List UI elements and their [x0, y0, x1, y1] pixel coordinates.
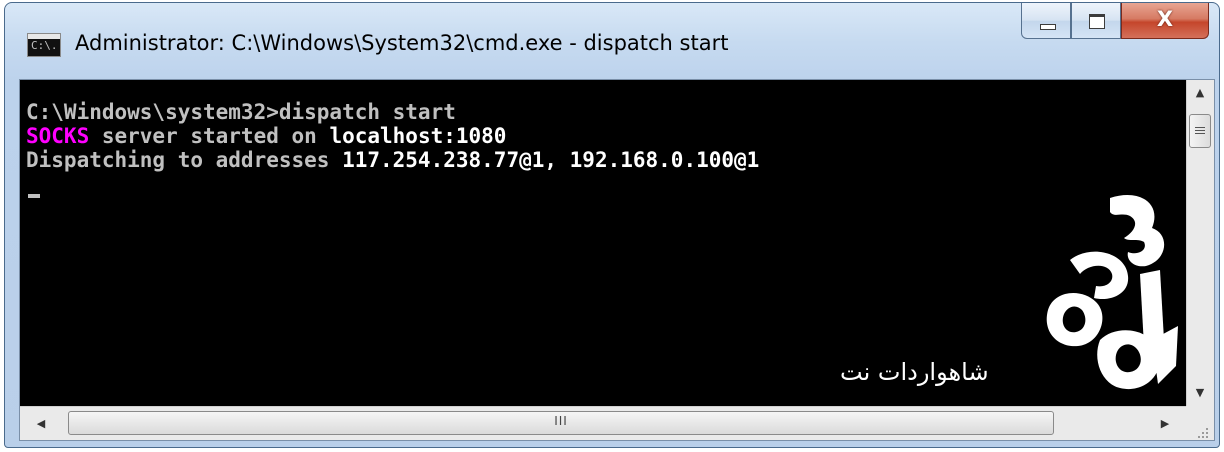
scroll-up-arrow-icon[interactable]: ▲ [1187, 80, 1213, 106]
watermark-logo-icon [1046, 194, 1178, 390]
app-icon-label: C:\. [31, 39, 58, 52]
close-icon: X [1156, 7, 1174, 31]
vertical-scroll-thumb[interactable] [1189, 114, 1211, 148]
window-title: Administrator: C:\Windows\System32\cmd.e… [75, 31, 729, 55]
dispatching-text: Dispatching to addresses [26, 148, 343, 172]
maximize-icon [1089, 14, 1105, 29]
scroll-thumb-grip: III [554, 414, 568, 428]
server-started-text: server started on [89, 124, 330, 148]
title-bar[interactable]: C:\. Administrator: C:\Windows\System32\… [5, 3, 1219, 79]
close-button[interactable]: X [1121, 3, 1209, 39]
scroll-left-arrow-icon[interactable]: ◀ [28, 411, 54, 437]
cmd-app-icon[interactable]: C:\. [27, 33, 61, 57]
cmd-window: C:\. Administrator: C:\Windows\System32\… [4, 2, 1220, 448]
console-line-1: C:\Windows\system32>dispatch start [26, 100, 456, 124]
maximize-button[interactable] [1071, 3, 1121, 39]
horizontal-scroll-thumb[interactable]: III [68, 411, 1054, 435]
watermark-text: شاهواردات نت [840, 358, 989, 386]
console-output[interactable]: C:\Windows\system32>dispatch start SOCKS… [20, 80, 1186, 406]
minimize-icon [1040, 24, 1056, 30]
caption-buttons: X [1021, 3, 1209, 43]
vertical-scrollbar[interactable]: ▲ ▼ [1186, 80, 1214, 406]
minimize-button[interactable] [1021, 3, 1071, 39]
dispatch-addresses: 117.254.238.77@1, 192.168.0.100@1 [342, 148, 760, 172]
resize-grip-icon[interactable] [1186, 406, 1214, 440]
text-cursor [28, 194, 40, 198]
socks-keyword: SOCKS [26, 124, 90, 148]
scroll-right-arrow-icon[interactable]: ▶ [1152, 411, 1178, 437]
console-line-2: SOCKS server started on localhost:1080 [26, 124, 506, 148]
localhost-address: localhost:1080 [329, 124, 507, 148]
command-prompt-text: C:\Windows\system32>dispatch start [26, 100, 456, 124]
console-frame: C:\Windows\system32>dispatch start SOCKS… [19, 79, 1215, 441]
console-line-3: Dispatching to addresses 117.254.238.77@… [26, 148, 759, 172]
horizontal-scrollbar[interactable]: ◀ III ▶ [20, 406, 1186, 440]
scroll-down-arrow-icon[interactable]: ▼ [1187, 380, 1213, 406]
